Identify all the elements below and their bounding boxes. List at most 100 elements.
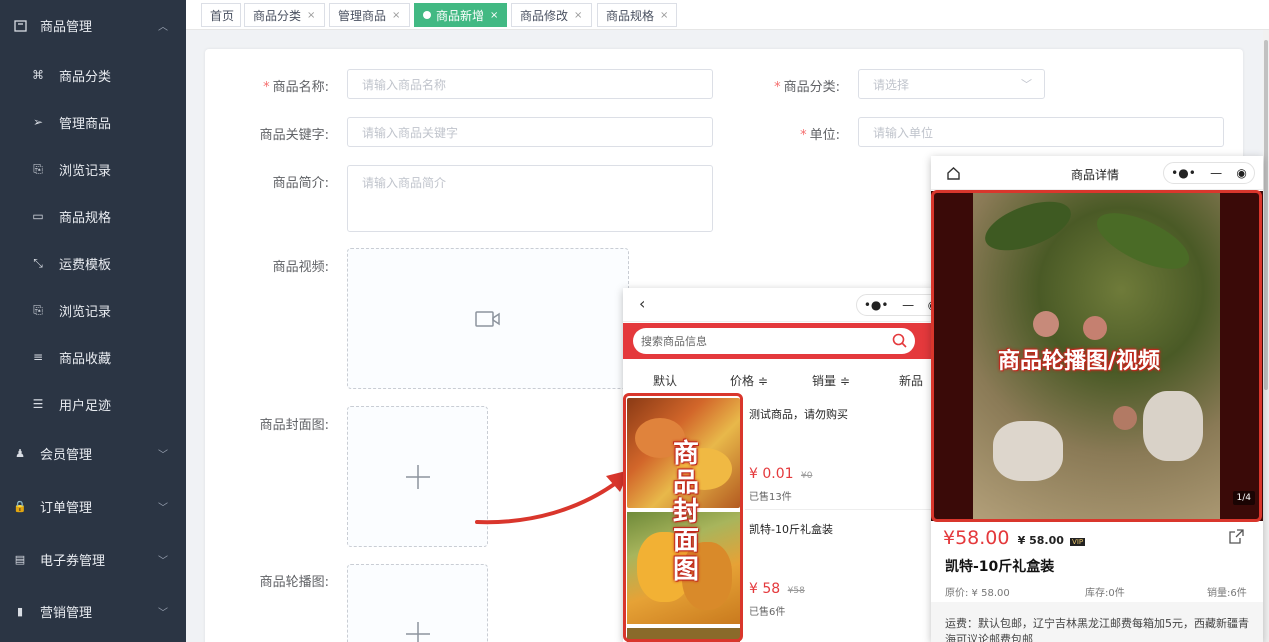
sidebar-group-goods[interactable]: 商品管理 ︿	[0, 10, 186, 40]
unit-label-text: 单位:	[809, 128, 840, 143]
more-icon[interactable]: •●•	[864, 298, 889, 312]
tab-label: 首页	[210, 8, 235, 23]
sidebar: 商品管理 ︿ ⌘ 商品分类 ➢ 管理商品 ⎘ 浏览记录 ▭ 商品规格 ⤡ 运费模板 ⎘ 浏览记录 ≡ 商品…	[0, 0, 186, 642]
sidebar-item-7[interactable]: ☰ 用户足迹	[0, 389, 186, 419]
sidebar-item-4[interactable]: ⤡ 运费模板	[0, 248, 186, 278]
sidebar-group-label: 商品管理	[40, 19, 93, 35]
unit-label: * 单位:	[780, 124, 840, 143]
video-label: 商品视频:	[257, 256, 329, 275]
back-icon[interactable]: ‹	[639, 294, 645, 313]
tab-goods-category[interactable]: 商品分类 ×	[244, 3, 325, 27]
sidebar-item-6[interactable]: ≡ 商品收藏	[0, 342, 186, 372]
detail-stock: 库存:0件	[1085, 588, 1125, 599]
doc-search-icon: ⎘	[33, 161, 43, 176]
name-placeholder: 请输入商品名称	[362, 77, 447, 92]
tab-home[interactable]: 首页	[201, 3, 241, 27]
sidebar-item-3[interactable]: ▭ 商品规格	[0, 201, 186, 231]
tab-goods-spec[interactable]: 商品规格 ×	[597, 3, 677, 27]
ticket-icon: ▤	[14, 552, 26, 566]
sidebar-group-3[interactable]: ▮ 营销管理 ﹀	[0, 596, 186, 626]
vip-badge: VIP	[1070, 538, 1086, 546]
plus-icon	[405, 622, 430, 642]
category-label-text: 商品分类:	[783, 80, 840, 95]
category-select[interactable]: 请选择 ﹀	[858, 69, 1045, 99]
cover-label: 商品封面图:	[247, 414, 329, 433]
capsule-menu[interactable]: •●• — ◉	[1163, 162, 1255, 184]
detail-price: ¥58.00	[943, 527, 1010, 549]
share-icon[interactable]	[1228, 528, 1245, 545]
sidebar-group-1[interactable]: 🔒 订单管理 ﹀	[0, 491, 186, 521]
close-icon[interactable]: ×	[392, 10, 400, 21]
sidebar-item-label: 浏览记录	[59, 304, 112, 320]
sidebar-item-2[interactable]: ⎘ 浏览记录	[0, 154, 186, 184]
more-icon[interactable]: •●•	[1171, 166, 1196, 180]
unit-input[interactable]: 请输入单位	[858, 117, 1224, 147]
shipping-section: 运费：默认包邮，辽宁吉林黑龙江邮费每箱加5元，西藏新疆青海可议论邮费包邮	[931, 602, 1263, 642]
tab-label: 管理商品	[338, 8, 387, 23]
carousel-upload[interactable]	[347, 564, 488, 642]
phone-nav-bar: ‹ •●• — ◉	[623, 288, 935, 322]
keyword-label: 商品关键字:	[247, 124, 329, 143]
tab-add-goods[interactable]: 商品新增 ×	[414, 3, 507, 27]
sidebar-group-label: 电子券管理	[40, 553, 106, 569]
product-price: ¥ 58 ¥58	[749, 581, 805, 597]
intro-textarea[interactable]: 请输入商品简介	[347, 165, 713, 232]
detail-price-row: ¥58.00 ¥ 58.00 VIP	[943, 527, 1086, 549]
page-scrollbar-track[interactable]	[1263, 30, 1269, 642]
sort-price[interactable]: 价格 ≑	[730, 372, 768, 389]
sort-default[interactable]: 默认	[653, 372, 677, 389]
name-label-text: 商品名称:	[272, 80, 329, 95]
close-icon[interactable]: ×	[660, 10, 668, 21]
tab-edit-goods[interactable]: 商品修改 ×	[511, 3, 592, 27]
tab-manage-goods[interactable]: 管理商品 ×	[329, 3, 410, 27]
product-name[interactable]: 测试商品，请勿购买	[749, 406, 848, 422]
sidebar-group-0[interactable]: ♟ 会员管理 ﹀	[0, 438, 186, 468]
category-placeholder: 请选择	[873, 77, 910, 92]
tab-label: 商品修改	[520, 8, 569, 23]
sort-new[interactable]: 新品	[899, 372, 923, 389]
close-icon[interactable]: ×	[574, 10, 582, 21]
close-icon[interactable]: ×	[307, 10, 315, 21]
capsule-menu[interactable]: •●• — ◉	[856, 294, 935, 316]
target-icon[interactable]: ◉	[1236, 166, 1246, 180]
tab-label: 商品分类	[253, 8, 302, 23]
carousel-annotation-text: 商品轮播图/视频	[998, 349, 1161, 374]
detail-product-name: 凯特-10斤礼盒装	[945, 559, 1055, 575]
unit-placeholder: 请输入单位	[873, 125, 934, 140]
shipping-text: 运费：默认包邮，辽宁吉林黑龙江邮费每箱加5元，西藏新疆青海可议论邮费包邮	[945, 617, 1249, 642]
search-icon[interactable]	[892, 333, 907, 348]
minimize-icon[interactable]: —	[902, 298, 914, 312]
home-icon[interactable]	[946, 166, 961, 180]
active-dot-icon	[423, 11, 431, 19]
orig-price: ¥58	[787, 586, 805, 596]
chevron-up-icon: ︿	[158, 21, 168, 33]
search-input[interactable]: 搜索商品信息	[633, 328, 915, 354]
sidebar-item-label: 用户足迹	[59, 398, 112, 414]
cover-upload[interactable]	[347, 406, 488, 547]
sidebar-item-0[interactable]: ⌘ 商品分类	[0, 60, 186, 90]
sidebar-group-label: 订单管理	[40, 500, 93, 516]
product-name[interactable]: 凯特-10斤礼盒装	[749, 521, 833, 537]
close-icon[interactable]: ×	[490, 10, 498, 21]
tabs-bar: 首页 商品分类 × 管理商品 × 商品新增 × 商品修改 × 商品规格 ×	[186, 0, 1269, 30]
video-upload[interactable]	[347, 248, 629, 389]
name-input[interactable]: 请输入商品名称	[347, 69, 713, 99]
app-root: 商品管理 ︿ ⌘ 商品分类 ➢ 管理商品 ⎘ 浏览记录 ▭ 商品规格 ⤡ 运费模板 ⎘ 浏览记录 ≡ 商品…	[0, 0, 1269, 642]
keyword-input[interactable]: 请输入商品关键字	[347, 117, 713, 147]
search-bar: 搜索商品信息	[623, 323, 935, 359]
minimize-icon[interactable]: —	[1210, 166, 1222, 180]
phone-nav-bar: 商品详情 •●• — ◉	[931, 156, 1263, 190]
sidebar-item-1[interactable]: ➢ 管理商品	[0, 107, 186, 137]
sidebar-group-label: 会员管理	[40, 447, 93, 463]
sidebar-item-5[interactable]: ⎘ 浏览记录	[0, 295, 186, 325]
plus-icon	[405, 464, 430, 489]
chevron-down-icon: ﹀	[158, 502, 168, 514]
sort-sales[interactable]: 销量 ≑	[812, 372, 850, 389]
page-scrollbar-thumb[interactable]	[1264, 40, 1268, 390]
sidebar-group-2[interactable]: ▤ 电子券管理 ﹀	[0, 544, 186, 574]
sidebar-item-label: 商品分类	[59, 69, 112, 85]
keyword-label-text: 商品关键字:	[259, 128, 329, 143]
monitor-icon: ▭	[32, 209, 44, 223]
sold-count: 已售6件	[749, 607, 786, 618]
sidebar-item-label: 浏览记录	[59, 163, 112, 179]
